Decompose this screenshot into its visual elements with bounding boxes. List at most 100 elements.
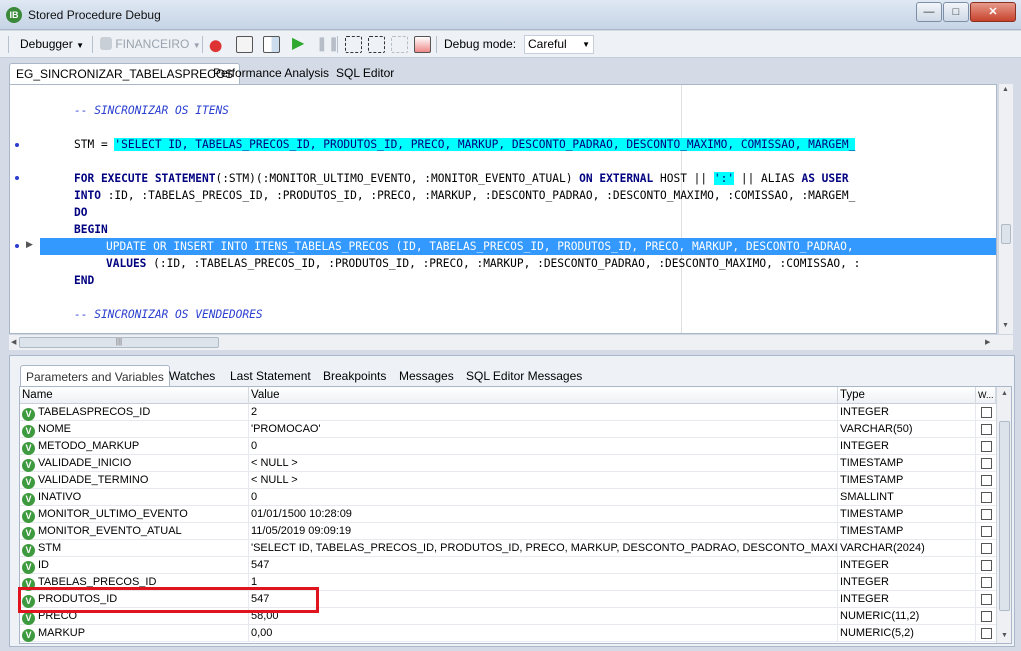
cell-name: V VALIDADE_TERMINO [20, 472, 249, 489]
database-icon [100, 37, 112, 50]
scrollbar-thumb[interactable] [999, 421, 1010, 611]
code-keyword: AS USER [801, 172, 849, 185]
minimize-button[interactable]: — [916, 2, 942, 22]
scroll-left-icon[interactable]: ◀ [11, 338, 16, 346]
tab-breakpoints[interactable]: Breakpoints [323, 365, 386, 387]
right-margin-line [681, 85, 682, 333]
scroll-down-icon[interactable]: ▼ [1001, 632, 1008, 639]
tab-messages[interactable]: Messages [399, 365, 454, 387]
debugger-menu[interactable]: Debugger ▼ [20, 35, 84, 54]
variable-name: VALIDADE_TERMINO [38, 474, 149, 486]
reset-icon[interactable] [414, 36, 431, 53]
tab-parameters-and-variables[interactable]: Parameters and Variables [20, 365, 170, 387]
watch-checkbox[interactable] [981, 407, 992, 418]
tab-last-statement[interactable]: Last Statement [230, 365, 311, 387]
toolbar-separator [202, 36, 203, 53]
table-row[interactable]: V INATIVO 0 SMALLINT [20, 489, 996, 506]
run-to-cursor-icon[interactable] [391, 36, 408, 53]
table-row[interactable]: V ID 547 INTEGER [20, 557, 996, 574]
window-icon[interactable] [236, 36, 253, 53]
watch-checkbox[interactable] [981, 543, 992, 554]
pause-icon[interactable]: ❚❚ [316, 35, 339, 54]
column-header-watch[interactable]: W... [976, 387, 996, 404]
scroll-up-icon[interactable]: ▲ [1001, 390, 1008, 397]
cell-value[interactable]: 'PROMOCAO' [249, 421, 838, 438]
watch-checkbox[interactable] [981, 526, 992, 537]
code-editor[interactable]: ▶ -- SINCRONIZAR OS ITENS STM = 'SELECT … [9, 84, 997, 334]
code-line-values: VALUES (:ID, :TABELAS_PRECOS_ID, :PRODUT… [106, 255, 860, 272]
watch-checkbox[interactable] [981, 458, 992, 469]
cell-name: V NOME [20, 421, 249, 438]
variable-name: VALIDADE_INICIO [38, 457, 132, 469]
breakpoint-dot[interactable] [15, 176, 19, 180]
table-row[interactable]: V MONITOR_EVENTO_ATUAL 11/05/2019 09:09:19… [20, 523, 996, 540]
scroll-down-icon[interactable]: ▼ [1002, 322, 1009, 329]
step-out-icon[interactable] [368, 36, 385, 53]
cell-value[interactable]: 0 [249, 489, 838, 506]
cell-type: TIMESTAMP [838, 506, 976, 523]
table-row[interactable]: V MONITOR_ULTIMO_EVENTO 01/01/1500 10:28:0… [20, 506, 996, 523]
table-row[interactable]: V VALIDADE_INICIO < NULL > TIMESTAMP [20, 455, 996, 472]
breakpoint-dot[interactable] [15, 143, 19, 147]
database-selector[interactable]: FINANCEIRO ▼ [100, 35, 201, 54]
tab-procedure[interactable]: EG_SINCRONIZAR_TABELASPRECOS [9, 63, 241, 84]
cell-value[interactable]: 11/05/2019 09:09:19 [249, 523, 838, 540]
scroll-up-icon[interactable]: ▲ [1002, 86, 1009, 93]
watch-checkbox[interactable] [981, 492, 992, 503]
editor-vertical-scrollbar[interactable]: ▲ ▼ [998, 84, 1013, 334]
cell-name: V MARKUP [20, 625, 249, 642]
cell-value[interactable]: 'SELECT ID, TABELAS_PRECOS_ID, PRODUTOS_… [249, 540, 838, 557]
code-text: STM = [74, 138, 115, 151]
column-header-value[interactable]: Value [249, 387, 838, 404]
run-icon[interactable]: ▶ [292, 35, 304, 54]
variable-name: MONITOR_EVENTO_ATUAL [38, 525, 182, 537]
watch-checkbox[interactable] [981, 611, 992, 622]
tab-performance-analysis[interactable]: Performance Analysis [207, 63, 335, 84]
column-header-name[interactable]: Name [20, 387, 249, 404]
connect-db-icon[interactable] [208, 36, 225, 53]
table-row[interactable]: V METODO_MARKUP 0 INTEGER [20, 438, 996, 455]
watch-checkbox[interactable] [981, 577, 992, 588]
table-row[interactable]: V MARKUP 0,00 NUMERIC(5,2) [20, 625, 996, 642]
chevron-down-icon: ▼ [582, 40, 590, 49]
cell-value[interactable]: 0 [249, 438, 838, 455]
variable-icon: V [22, 459, 35, 472]
watch-checkbox[interactable] [981, 560, 992, 571]
cell-value[interactable]: 58,00 [249, 608, 838, 625]
tab-sql-editor[interactable]: SQL Editor [330, 63, 400, 84]
breakpoint-dot[interactable] [15, 244, 19, 248]
scroll-right-icon[interactable]: ▶ [985, 338, 990, 346]
column-header-type[interactable]: Type [838, 387, 976, 404]
step-into-icon[interactable] [263, 36, 280, 53]
cell-value[interactable]: 547 [249, 591, 838, 608]
grid-vertical-scrollbar[interactable]: ▲ ▼ [996, 387, 1011, 643]
close-button[interactable]: ✕ [970, 2, 1016, 22]
watch-checkbox[interactable] [981, 424, 992, 435]
table-row[interactable]: V STM 'SELECT ID, TABELAS_PRECOS_ID, PRODU… [20, 540, 996, 557]
scrollbar-thumb[interactable] [1001, 224, 1011, 244]
cell-value[interactable]: < NULL > [249, 455, 838, 472]
table-row[interactable]: V NOME 'PROMOCAO' VARCHAR(50) [20, 421, 996, 438]
cell-value[interactable]: 01/01/1500 10:28:09 [249, 506, 838, 523]
table-row[interactable]: V VALIDADE_TERMINO < NULL > TIMESTAMP [20, 472, 996, 489]
watch-checkbox[interactable] [981, 594, 992, 605]
step-over-icon[interactable] [345, 36, 362, 53]
cell-value[interactable]: 547 [249, 557, 838, 574]
watch-checkbox[interactable] [981, 628, 992, 639]
table-row[interactable]: V TABELASPRECOS_ID 2 INTEGER [20, 404, 996, 421]
watch-checkbox[interactable] [981, 475, 992, 486]
cell-value[interactable]: < NULL > [249, 472, 838, 489]
cell-value[interactable]: 0,00 [249, 625, 838, 642]
watch-checkbox[interactable] [981, 441, 992, 452]
editor-gutter [10, 85, 40, 333]
tab-watches[interactable]: Watches [169, 365, 215, 387]
watch-checkbox[interactable] [981, 509, 992, 520]
debug-mode-select[interactable]: Careful ▼ [524, 35, 594, 54]
variable-icon: V [22, 493, 35, 506]
maximize-button[interactable]: □ [943, 2, 969, 22]
tab-sql-editor-messages[interactable]: SQL Editor Messages [466, 365, 582, 387]
cell-value[interactable]: 1 [249, 574, 838, 591]
cell-value[interactable]: 2 [249, 404, 838, 421]
scrollbar-thumb[interactable]: ||| [19, 337, 219, 348]
editor-horizontal-scrollbar[interactable]: ||| ◀ ▶ [9, 334, 1013, 350]
